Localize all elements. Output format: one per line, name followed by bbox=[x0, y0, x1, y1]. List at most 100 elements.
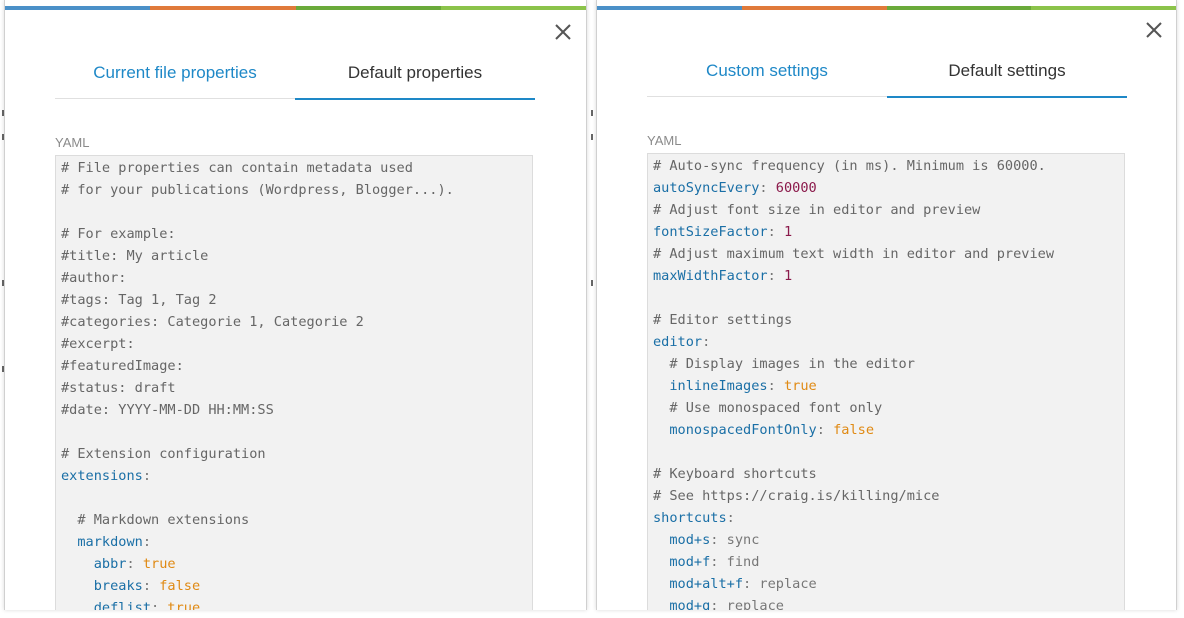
file-properties-dialog: Current file properties Default properti… bbox=[4, 0, 587, 610]
code-punct: : bbox=[767, 224, 784, 240]
code-key: shortcuts bbox=[653, 510, 727, 526]
code-line: # Keyboard shortcuts bbox=[653, 463, 1124, 485]
code-comment: # Use monospaced font only bbox=[669, 400, 883, 416]
code-comment: # See https://craig.is/killing/mice bbox=[653, 488, 940, 504]
code-comment: #excerpt: bbox=[61, 336, 135, 352]
code-line: #featuredImage: bbox=[61, 355, 532, 377]
code-line: mod+s: sync bbox=[653, 529, 1124, 551]
close-icon bbox=[555, 24, 571, 40]
code-key: mod+f bbox=[669, 554, 711, 570]
yaml-editor[interactable]: # Auto-sync frequency (in ms). Minimum i… bbox=[647, 153, 1125, 610]
code-key: editor bbox=[653, 334, 703, 350]
code-line: #tags: Tag 1, Tag 2 bbox=[61, 289, 532, 311]
code-number: 60000 bbox=[775, 180, 817, 196]
code-line: mod+g: replace bbox=[653, 595, 1124, 610]
code-boolean: true bbox=[783, 378, 817, 394]
code-punct: : bbox=[702, 334, 711, 350]
code-line: # File properties can contain metadata u… bbox=[61, 157, 532, 179]
code-number: 1 bbox=[783, 268, 793, 284]
code-line: #author: bbox=[61, 267, 532, 289]
code-key: autoSyncEvery bbox=[653, 180, 760, 196]
code-line: editor: bbox=[653, 331, 1124, 353]
code-line: fontSizeFactor: 1 bbox=[653, 221, 1124, 243]
code-line: maxWidthFactor: 1 bbox=[653, 265, 1124, 287]
tab-current-file-properties[interactable]: Current file properties bbox=[55, 58, 295, 98]
code-line: #categories: Categorie 1, Categorie 2 bbox=[61, 311, 532, 333]
code-punct: : bbox=[151, 600, 168, 610]
code-comment: # Display images in the editor bbox=[669, 356, 915, 372]
code-line: mod+alt+f: replace bbox=[653, 573, 1124, 595]
code-line: #title: My article bbox=[61, 245, 532, 267]
code-punct: : bbox=[767, 268, 784, 284]
code-punct: : sync bbox=[710, 532, 760, 548]
code-line: # For example: bbox=[61, 223, 532, 245]
code-comment: #tags: Tag 1, Tag 2 bbox=[61, 292, 217, 308]
code-line: autoSyncEvery: 60000 bbox=[653, 177, 1124, 199]
yaml-editor[interactable]: # File properties can contain metadata u… bbox=[55, 155, 533, 610]
code-line: extensions: bbox=[61, 465, 532, 487]
code-line: breaks: false bbox=[61, 575, 532, 597]
code-key: inlineImages bbox=[669, 378, 768, 394]
code-line: # Use monospaced font only bbox=[653, 397, 1124, 419]
code-line: # Auto-sync frequency (in ms). Minimum i… bbox=[653, 155, 1124, 177]
code-boolean: false bbox=[833, 422, 874, 438]
code-comment: # Auto-sync frequency (in ms). Minimum i… bbox=[653, 158, 1046, 174]
code-key: fontSizeFactor bbox=[653, 224, 768, 240]
code-line: mod+f: find bbox=[653, 551, 1124, 573]
code-key: abbr bbox=[93, 556, 127, 572]
code-comment: #categories: Categorie 1, Categorie 2 bbox=[61, 314, 364, 330]
code-line: #date: YYYY-MM-DD HH:MM:SS bbox=[61, 399, 532, 421]
code-comment: #featuredImage: bbox=[61, 358, 184, 374]
code-punct: : bbox=[726, 510, 735, 526]
tab-custom-settings[interactable]: Custom settings bbox=[647, 56, 887, 96]
code-line: #excerpt: bbox=[61, 333, 532, 355]
code-comment: #status: draft bbox=[61, 380, 176, 396]
code-punct: : bbox=[126, 556, 143, 572]
code-punct: : replace bbox=[743, 576, 817, 592]
background-tick bbox=[591, 134, 593, 140]
code-punct: : replace bbox=[710, 598, 784, 610]
code-comment: # Markdown extensions bbox=[77, 512, 250, 528]
close-button[interactable] bbox=[552, 21, 574, 43]
code-comment: # Adjust font size in editor and preview bbox=[653, 202, 981, 218]
tab-default-properties[interactable]: Default properties bbox=[295, 58, 535, 100]
code-line: # See https://craig.is/killing/mice bbox=[653, 485, 1124, 507]
top-color-stripe bbox=[597, 6, 1176, 10]
settings-dialog: Custom settings Default settings YAML # … bbox=[596, 0, 1177, 610]
code-line: # for your publications (Wordpress, Blog… bbox=[61, 179, 532, 201]
code-comment: # For example: bbox=[61, 226, 176, 242]
code-line: deflist: true bbox=[61, 597, 532, 610]
code-key: extensions bbox=[61, 468, 143, 484]
code-comment: # Adjust maximum text width in editor an… bbox=[653, 246, 1055, 262]
tab-default-settings[interactable]: Default settings bbox=[887, 56, 1127, 98]
code-comment: # for your publications (Wordpress, Blog… bbox=[61, 182, 454, 198]
background-tick bbox=[591, 280, 593, 286]
code-comment: # File properties can contain metadata u… bbox=[61, 160, 413, 176]
close-button[interactable] bbox=[1143, 19, 1165, 41]
code-key: monospacedFontOnly bbox=[669, 422, 817, 438]
code-boolean: true bbox=[167, 600, 201, 610]
code-line: # Display images in the editor bbox=[653, 353, 1124, 375]
code-punct: : bbox=[142, 578, 160, 594]
code-boolean: true bbox=[142, 556, 176, 572]
code-key: markdown bbox=[77, 534, 143, 550]
yaml-label: YAML bbox=[55, 135, 90, 150]
code-key: mod+g bbox=[669, 598, 711, 610]
code-line: abbr: true bbox=[61, 553, 532, 575]
code-comment: # Keyboard shortcuts bbox=[653, 466, 817, 482]
